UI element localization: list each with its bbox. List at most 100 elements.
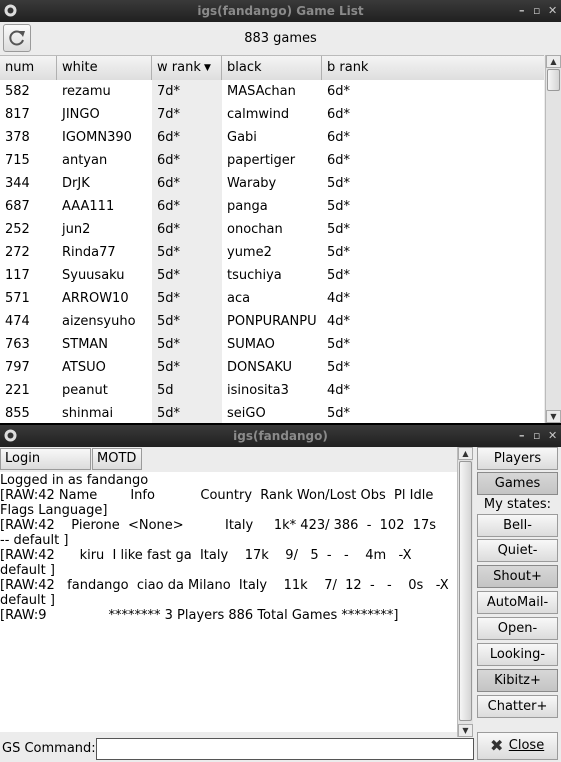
table-row[interactable]: 855 shinmai 5d* seiGO 5d*	[0, 402, 544, 423]
table-row[interactable]: 252 jun2 6d* onochan 5d*	[0, 218, 544, 241]
cell-b-rank: 6d*	[327, 130, 351, 145]
command-input[interactable]	[96, 738, 474, 760]
scroll-thumb[interactable]	[547, 69, 560, 91]
scroll-down-icon[interactable]: ▼	[546, 410, 561, 423]
close-icon[interactable]: ✕	[548, 4, 557, 17]
minimize-icon[interactable]: –	[519, 4, 525, 17]
cell-w-rank: 7d*	[157, 107, 181, 122]
col-white[interactable]: white	[57, 56, 152, 80]
col-num[interactable]: num	[0, 56, 57, 80]
table-row[interactable]: 763 STMAN 5d* SUMAO 5d*	[0, 333, 544, 356]
close-icon[interactable]: ✕	[548, 429, 557, 442]
cell-num: 715	[5, 153, 30, 168]
scroll-down-icon[interactable]: ▼	[458, 724, 473, 737]
cell-w-rank: 5d*	[157, 406, 181, 421]
cell-b-rank: 6d*	[327, 107, 351, 122]
table-row[interactable]: 474 aizensyuho 5d* PONPURANPU 4d*	[0, 310, 544, 333]
table-row[interactable]: 582 rezamu 7d* MASAchan 6d*	[0, 80, 544, 103]
login-banner-button[interactable]: Login banner	[0, 448, 91, 486]
players-button[interactable]: Players	[477, 447, 558, 470]
cell-w-rank: 6d*	[157, 176, 181, 191]
close-button[interactable]: ✖ Close	[477, 732, 558, 760]
table-row[interactable]: 221 peanut 5d isinosita3 4d*	[0, 379, 544, 402]
console-scrollbar[interactable]: ▲ ▼	[457, 447, 473, 737]
bell-toggle[interactable]: Bell-	[477, 514, 558, 537]
table-row[interactable]: 117 Syuusaku 5d* tsuchiya 5d*	[0, 264, 544, 287]
shout-toggle[interactable]: Shout+	[477, 565, 558, 588]
cell-w-rank: 6d*	[157, 222, 181, 237]
cell-black: tsuchiya	[227, 268, 282, 283]
table-row[interactable]: 797 ATSUO 5d* DONSAKU 5d*	[0, 356, 544, 379]
console-line: [RAW:9 ******** 3 Players 886 Total Game…	[0, 608, 399, 623]
console-line: Logged in as fandango	[0, 473, 149, 488]
command-row: GS Command:	[0, 738, 474, 762]
cell-white: AAA111	[62, 199, 115, 214]
console-line: default ]	[0, 593, 55, 608]
col-black[interactable]: black	[222, 56, 322, 80]
cell-w-rank: 6d*	[157, 199, 181, 214]
cell-num: 272	[5, 245, 30, 260]
col-w-rank[interactable]: w rank ▼	[152, 56, 222, 80]
console-line: [RAW:42 Pierone <None> Italy 1k* 423/ 38…	[0, 518, 437, 533]
command-label: GS Command:	[2, 741, 96, 756]
cell-black: calmwind	[227, 107, 290, 122]
cell-num: 582	[5, 84, 30, 99]
cell-white: Syuusaku	[62, 268, 125, 283]
table-row[interactable]: 378 IGOMN390 6d* Gabi 6d*	[0, 126, 544, 149]
cell-black: isinosita3	[227, 383, 289, 398]
cell-w-rank: 5d*	[157, 245, 181, 260]
table-row[interactable]: 272 Rinda77 5d* yume2 5d*	[0, 241, 544, 264]
scroll-up-icon[interactable]: ▲	[546, 55, 561, 68]
maximize-icon[interactable]: ▫	[533, 429, 540, 442]
cell-white: antyan	[62, 153, 108, 168]
cell-b-rank: 6d*	[327, 84, 351, 99]
cell-white: ARROW10	[62, 291, 129, 306]
cell-white: peanut	[62, 383, 108, 398]
games-table-body: 582 rezamu 7d* MASAchan 6d* 817 JINGO 7d* calmwi…	[0, 80, 544, 423]
cell-w-rank: 5d*	[157, 337, 181, 352]
automail-toggle[interactable]: AutoMail-	[477, 591, 558, 614]
open-toggle[interactable]: Open-	[477, 617, 558, 640]
maximize-icon[interactable]: ▫	[533, 4, 540, 17]
looking-toggle[interactable]: Looking-	[477, 643, 558, 666]
col-b-rank[interactable]: b rank	[322, 56, 544, 80]
motd-button[interactable]: MOTD	[92, 448, 142, 470]
console-line: -- default ]	[0, 533, 69, 548]
cell-w-rank: 6d*	[157, 153, 181, 168]
console-line: Flags Language]	[0, 503, 108, 518]
cell-b-rank: 4d*	[327, 291, 351, 306]
cell-b-rank: 4d*	[327, 383, 351, 398]
games-table-header: num white w rank ▼ black b rank	[0, 55, 544, 81]
game-list-titlebar[interactable]: igs(fandango) Game List – ▫ ✕	[0, 0, 561, 22]
cell-white: jun2	[62, 222, 91, 237]
table-row[interactable]: 687 AAA111 6d* panga 5d*	[0, 195, 544, 218]
scroll-thumb[interactable]	[459, 461, 472, 721]
cell-black: papertiger	[227, 153, 296, 168]
console-titlebar[interactable]: igs(fandango) – ▫ ✕	[0, 425, 561, 447]
chatter-toggle[interactable]: Chatter+	[477, 695, 558, 718]
cell-num: 817	[5, 107, 30, 122]
close-x-icon: ✖	[490, 736, 504, 755]
game-list-scrollbar[interactable]: ▲ ▼	[545, 55, 561, 423]
cell-white: STMAN	[62, 337, 109, 352]
cell-b-rank: 5d*	[327, 337, 351, 352]
cell-num: 344	[5, 176, 30, 191]
console-window: igs(fandango) – ▫ ✕ Login banner MOTD Lo…	[0, 425, 561, 762]
cell-black: SUMAO	[227, 337, 275, 352]
games-button[interactable]: Games	[477, 472, 558, 495]
cell-w-rank: 6d*	[157, 130, 181, 145]
cell-black: panga	[227, 199, 268, 214]
table-row[interactable]: 571 ARROW10 5d* aca 4d*	[0, 287, 544, 310]
cell-w-rank: 5d*	[157, 360, 181, 375]
cell-num: 855	[5, 406, 30, 421]
table-row[interactable]: 715 antyan 6d* papertiger 6d*	[0, 149, 544, 172]
console-line: [RAW:42 kiru I like fast ga Italy 17k 9/…	[0, 548, 412, 563]
quiet-toggle[interactable]: Quiet-	[477, 539, 558, 562]
minimize-icon[interactable]: –	[519, 429, 525, 442]
window-title: igs(fandango)	[233, 429, 328, 443]
scroll-up-icon[interactable]: ▲	[458, 447, 473, 460]
table-row[interactable]: 344 DrJK 6d* Waraby 5d*	[0, 172, 544, 195]
console-line: [RAW:42 Name Info Country Rank Won/Lost …	[0, 488, 434, 503]
kibitz-toggle[interactable]: Kibitz+	[477, 669, 558, 692]
table-row[interactable]: 817 JINGO 7d* calmwind 6d*	[0, 103, 544, 126]
